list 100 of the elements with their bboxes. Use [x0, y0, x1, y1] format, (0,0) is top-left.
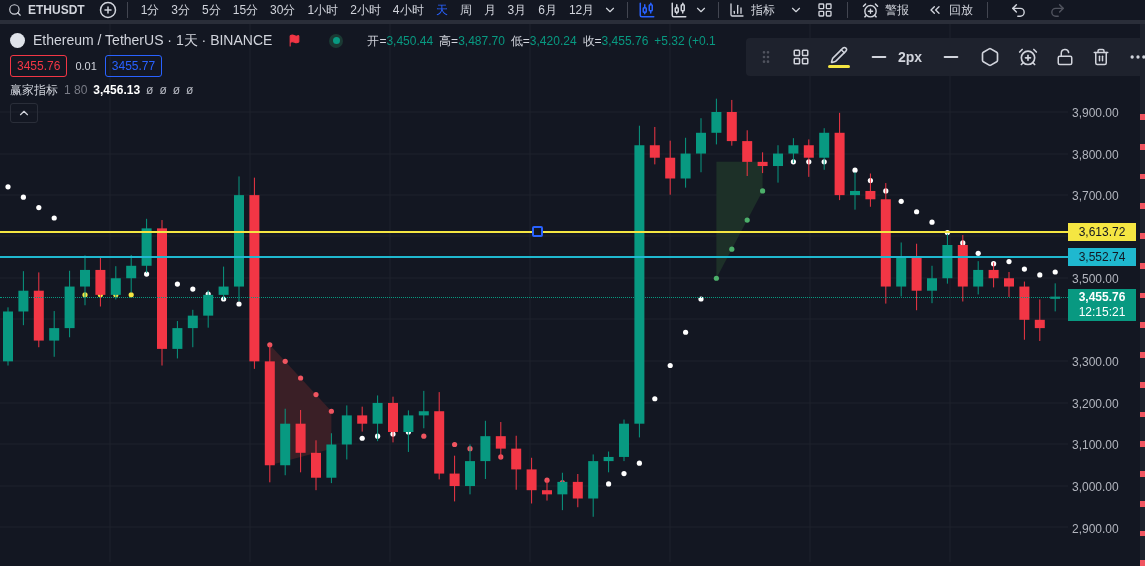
interval-tab[interactable]: 3分 — [168, 1, 194, 19]
last-price: 3,455.76 — [1077, 290, 1127, 305]
indicator-value: ø — [172, 82, 181, 99]
candlestick — [711, 98, 722, 145]
candlestick — [187, 309, 198, 348]
candlestick — [788, 137, 799, 164]
unlock-icon[interactable] — [1056, 48, 1075, 66]
buy-price-button[interactable]: 3455.77 — [104, 55, 163, 77]
line-price-label: 3,613.72 — [1068, 223, 1136, 241]
sell-price-button[interactable]: 3455.76 — [10, 55, 68, 77]
ohlc-label: 高= — [439, 32, 459, 50]
alert-marker-icon — [1140, 352, 1145, 358]
ohlc-value: 3,420.24 — [529, 32, 577, 50]
candlestick — [172, 320, 183, 359]
candlestick — [126, 254, 137, 293]
price-tick-label: 3,000.00 — [1072, 479, 1119, 497]
price-tick-label: 3,800.00 — [1072, 146, 1119, 164]
candlestick — [927, 265, 937, 304]
flag-icon[interactable] — [288, 34, 302, 47]
templates-icon[interactable] — [792, 48, 810, 66]
alert-icon[interactable] — [862, 1, 880, 19]
alert-marker-icon — [1140, 143, 1145, 150]
interval-tab[interactable]: 12月 — [565, 1, 598, 19]
candlestick — [757, 151, 768, 174]
price-tick-label: 3,900.00 — [1072, 105, 1119, 122]
indicator-value: ø — [186, 82, 194, 99]
candlestick-icon[interactable] — [638, 1, 657, 19]
candlestick — [49, 310, 60, 358]
interval-tab[interactable]: 3月 — [504, 1, 530, 19]
countdown-timer: 12:15:21 — [1077, 305, 1127, 320]
pencil-icon[interactable] — [830, 46, 848, 64]
price-change: +5.32 (+0.1 — [654, 32, 716, 50]
indicators-button[interactable]: 指标 — [751, 1, 776, 19]
interval-tab[interactable]: 15分 — [229, 1, 262, 19]
alert-marker-icon — [1140, 560, 1145, 566]
chart-title: Ethereum / TetherUS · 1天 · BINANCE — [33, 31, 273, 50]
price-tick-label: 3,300.00 — [1072, 354, 1119, 372]
ethereum-logo-icon — [10, 33, 25, 48]
interval-tab[interactable]: 1分 — [137, 1, 163, 19]
candlestick — [742, 129, 753, 177]
interval-tab[interactable]: 2小时 — [347, 1, 384, 19]
alert-marker-icon — [1140, 441, 1145, 447]
collapse-button[interactable] — [10, 103, 38, 123]
candlestick — [418, 390, 429, 429]
candlestick — [973, 260, 984, 295]
candlestick — [18, 270, 29, 326]
candlestick — [1004, 271, 1014, 298]
ohlc-value: 3,450.44 — [386, 32, 434, 50]
replay-button[interactable]: 回放 — [949, 1, 974, 19]
candle-outline-icon[interactable] — [670, 1, 689, 19]
layout-grid-icon[interactable] — [817, 2, 834, 18]
indicator-params: 1 80 — [64, 82, 88, 99]
price-tick-label: 3,500.00 — [1072, 271, 1119, 289]
search-icon[interactable] — [8, 3, 22, 17]
alert-marker-icon — [1140, 530, 1145, 537]
candlestick — [357, 406, 368, 433]
price-tick-label: 2,900.00 — [1072, 520, 1119, 538]
candlestick — [449, 455, 460, 502]
indicator-value: 3,456.13 — [93, 82, 141, 99]
interval-tab[interactable]: 周 — [456, 1, 475, 19]
interval-tab[interactable]: 1小时 — [304, 1, 342, 19]
undo-icon[interactable] — [1010, 1, 1028, 19]
indicator-value: ø — [159, 82, 167, 99]
interval-tab[interactable]: 月 — [480, 1, 499, 19]
add-symbol-icon[interactable] — [98, 1, 117, 19]
alert-icon[interactable] — [1018, 47, 1039, 67]
indicators-icon[interactable] — [729, 2, 746, 18]
line-handle[interactable] — [532, 226, 543, 237]
alert-marker-icon — [1140, 203, 1145, 209]
candlestick — [665, 140, 676, 196]
candlestick — [603, 451, 614, 473]
alert-marker-icon — [1140, 114, 1145, 120]
alert-marker-icon — [1140, 262, 1145, 269]
candlestick — [1034, 298, 1045, 342]
ohlc-value: 3,487.70 — [458, 32, 505, 50]
settings-icon[interactable] — [980, 47, 1001, 67]
trash-icon[interactable] — [1092, 48, 1111, 66]
line-width-label[interactable]: 2px — [898, 46, 923, 68]
alert-button[interactable]: 警报 — [885, 1, 910, 19]
interval-tab[interactable]: 4小时 — [389, 1, 427, 19]
indicator-name: 赢家指标 — [10, 82, 58, 99]
alert-marker-icon — [1140, 173, 1145, 180]
indicator-value: ø — [146, 82, 154, 99]
interval-tab[interactable]: 5分 — [199, 1, 224, 19]
alert-marker-icon — [1140, 322, 1145, 328]
alert-marker-icon — [1140, 471, 1145, 477]
alert-marker-icon — [1140, 292, 1145, 299]
candlestick — [649, 126, 660, 165]
ohlc-value: 3,455.76 — [601, 32, 649, 50]
spread-value: 0.01 — [75, 58, 97, 74]
interval-tab[interactable]: 天 — [432, 1, 451, 19]
alert-marker-icon — [1140, 381, 1145, 388]
price-tick-label: 3,100.00 — [1072, 437, 1119, 455]
interval-tab[interactable]: 6月 — [535, 1, 560, 19]
alert-marker-icon — [1140, 500, 1145, 507]
line-price-label: 3,552.74 — [1068, 248, 1136, 266]
interval-tab[interactable]: 30分 — [267, 1, 299, 19]
alert-marker-icon — [1140, 411, 1145, 418]
symbol-name[interactable]: ETHUSDT — [28, 1, 85, 19]
ohlc-label: 开= — [367, 32, 387, 50]
